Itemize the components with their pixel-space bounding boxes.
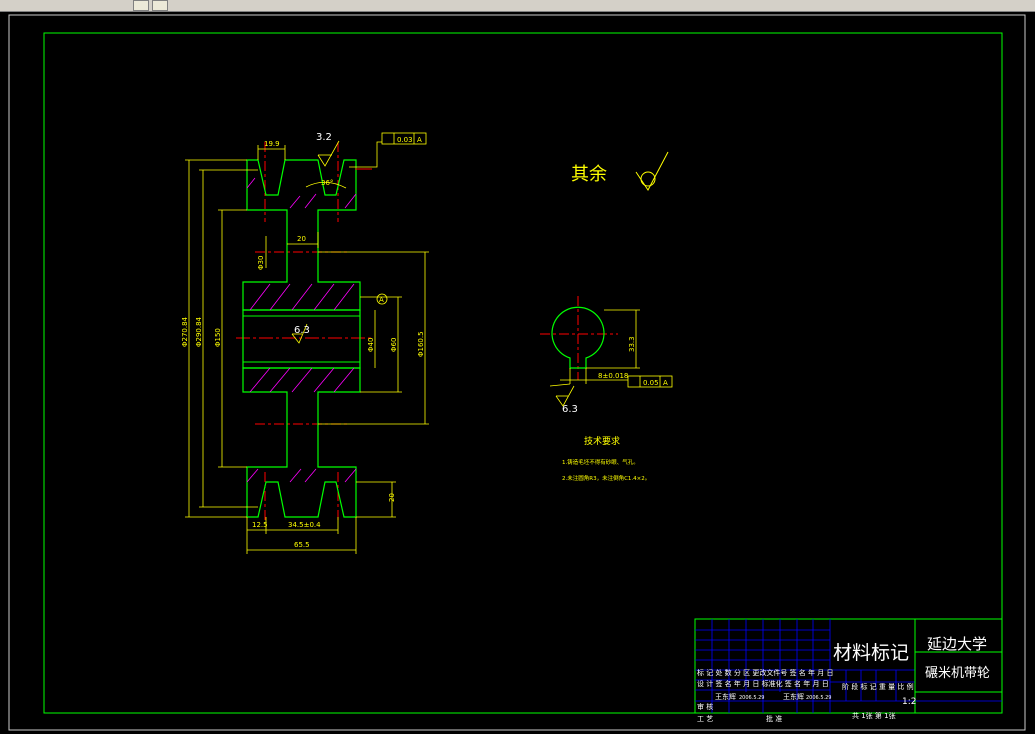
part-name: 碾米机带轮 [925, 666, 990, 681]
properties-icon[interactable] [152, 0, 168, 11]
drawing-frame [43, 32, 1003, 714]
others-roughness-symbol [635, 151, 669, 191]
others-label: 其余 [571, 164, 607, 185]
datum-bore: A [379, 296, 384, 304]
sheet-border [8, 14, 1026, 731]
datum-top: A [417, 136, 422, 144]
keyway-section-view [540, 296, 673, 407]
dim-groove-pitch: 19.9 [264, 140, 280, 148]
dim-rim-width: 20 [297, 235, 306, 243]
dim-left-bottom: 12.5 [252, 521, 268, 529]
tb-designer: 王东辉 [715, 692, 736, 701]
dim-total-width: 65.5 [294, 541, 310, 549]
material-label: 材料标记 [833, 642, 909, 664]
dim-d-hub: Φ60 [390, 338, 398, 352]
tb-review: 审 核 [697, 702, 713, 711]
dim-d-small: Φ30 [257, 256, 265, 270]
roughness-bore: 6.3 [294, 325, 310, 336]
tech-req-item-1: 1.铸造毛坯不得有砂眼、气孔。 [562, 458, 639, 466]
toolbar [0, 0, 1035, 12]
tb-scale: 1:2 [902, 697, 916, 707]
datum-keyway: A [663, 379, 668, 387]
roughness-top: 3.2 [316, 132, 332, 143]
tolerance-runout: 0.03 [397, 136, 413, 144]
tech-req-item-2: 2.未注圆角R3，未注倒角C1.4×2。 [562, 474, 650, 482]
drawing-canvas[interactable]: 19.9 20 20 34.5±0.4 12.5 65.5 Φ270.84 Φ2… [0, 12, 1035, 734]
dim-d150: Φ150 [214, 328, 222, 347]
dim-d-bore: Φ40 [367, 338, 375, 352]
roughness-keyway: 6.3 [562, 404, 578, 415]
dim-outer-1: Φ270.84 [181, 316, 189, 347]
dim-d160: Φ160.5 [417, 331, 425, 357]
dim-groove-depth: 20 [388, 493, 396, 502]
tb-row1: 标 记 处 数 分 区 更改文件号 签 名 年 月 日 [697, 668, 833, 677]
tb-approve-date: 2006.5.29 [806, 695, 831, 701]
tb-approve: 批 准 [766, 714, 782, 723]
tb-sheets: 共 1张 第 1张 [852, 711, 896, 720]
tb-approver: 王东辉 [783, 692, 804, 701]
keyway-width-tol: 8±0.018 [598, 372, 628, 380]
dim-pitch-bottom: 34.5±0.4 [288, 521, 321, 529]
tb-row2: 设 计 签 名 年 月 日 标准化 签 名 年 月 日 [697, 679, 829, 688]
angle-label: 36° [321, 179, 333, 187]
tb-process: 工 艺 [697, 715, 713, 723]
draw-tool-icon[interactable] [133, 0, 149, 11]
dim-outer-2: Φ290.84 [195, 316, 203, 347]
tolerance-sym: 0.05 [643, 379, 659, 387]
school-name: 延边大学 [927, 635, 987, 653]
tech-req-title: 技术要求 [584, 435, 620, 447]
tb-labels-mid: 阶 段 标 记 重 量 比 例 [842, 682, 914, 691]
keyway-depth: 33.3 [628, 336, 636, 352]
tb-design-date: 2006.5.29 [739, 695, 764, 701]
